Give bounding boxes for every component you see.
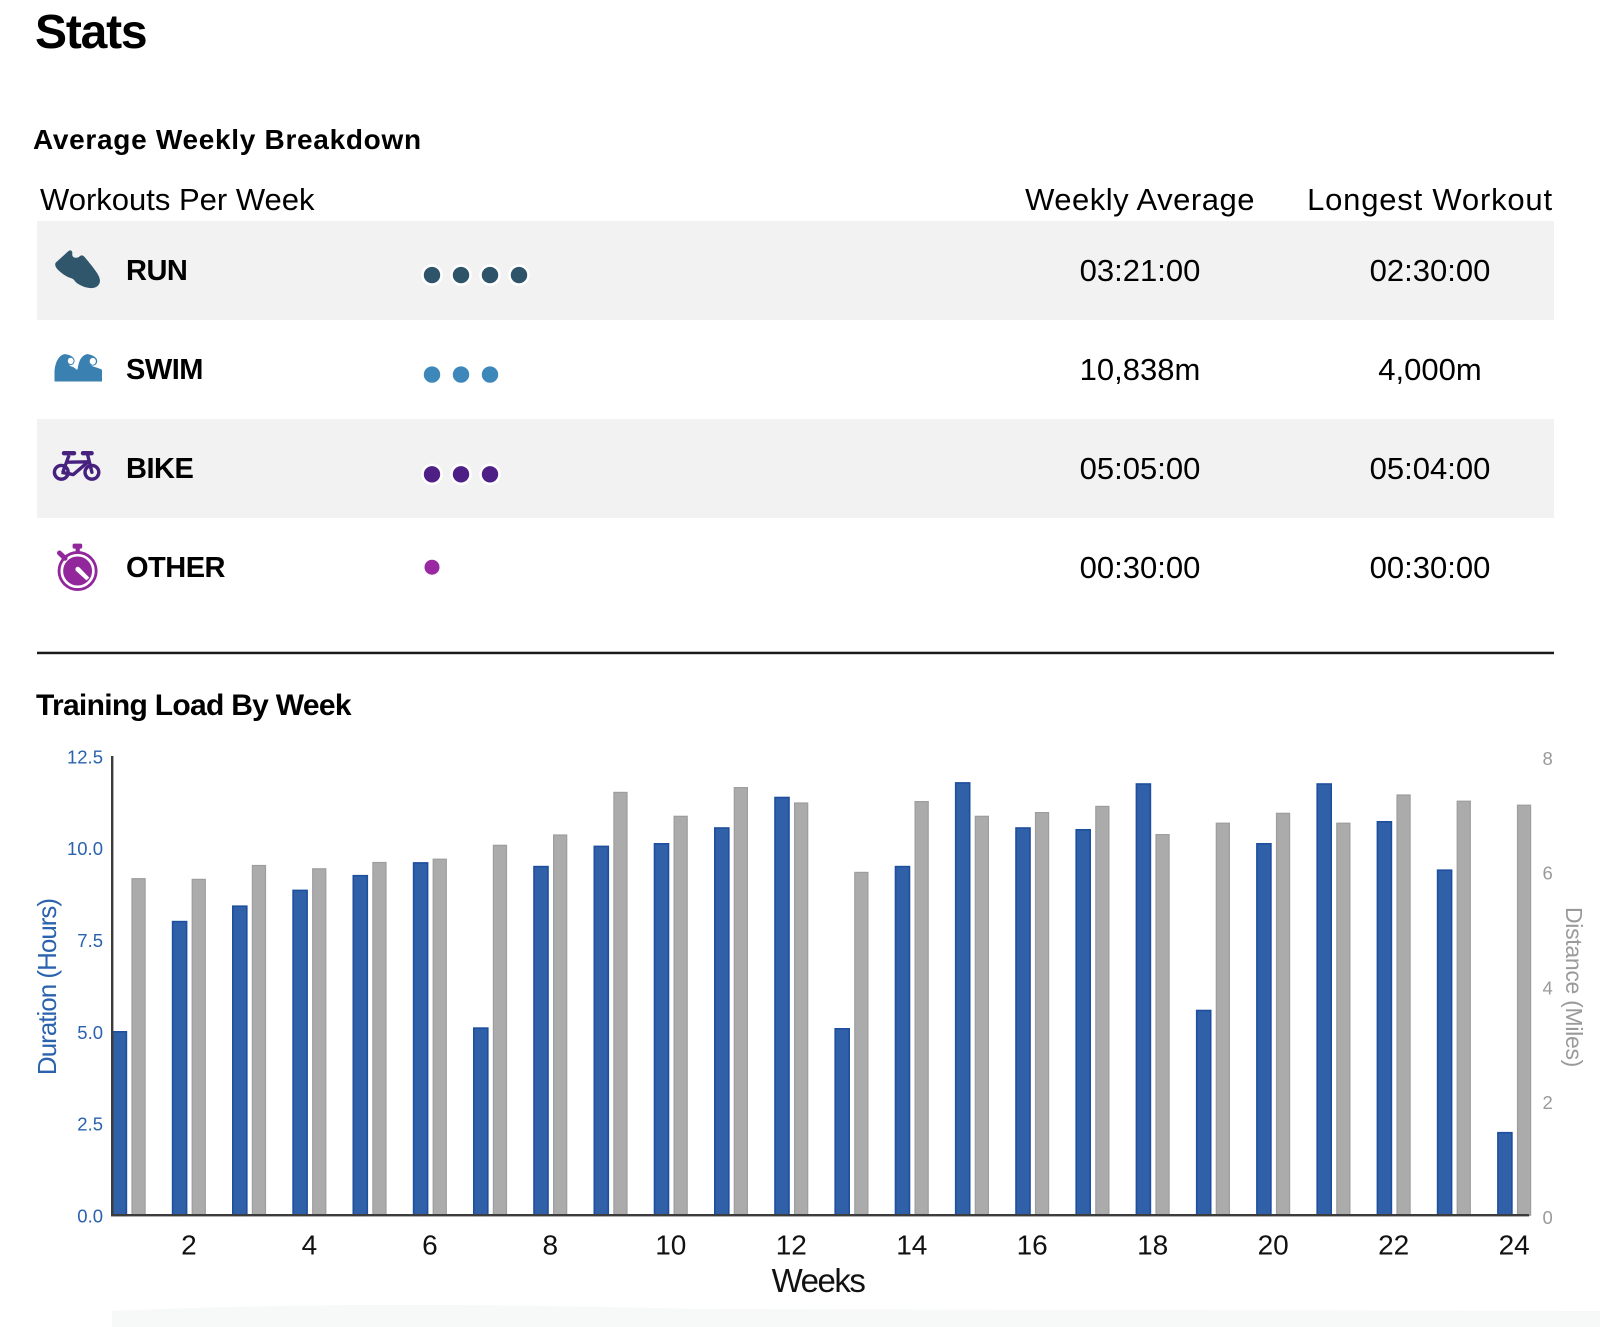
svg-text:8: 8: [1543, 748, 1553, 769]
svg-text:12.5: 12.5: [67, 746, 103, 767]
svg-text:Duration (Hours): Duration (Hours): [32, 899, 62, 1076]
svg-text:2: 2: [1543, 1092, 1553, 1113]
svg-text:5.0: 5.0: [77, 1022, 103, 1043]
svg-text:20: 20: [1258, 1230, 1289, 1261]
svg-text:12: 12: [776, 1230, 807, 1261]
svg-text:6: 6: [422, 1230, 438, 1261]
svg-text:0.0: 0.0: [77, 1205, 103, 1226]
svg-text:4: 4: [1543, 977, 1553, 998]
svg-text:Weeks: Weeks: [772, 1262, 866, 1299]
svg-text:7.5: 7.5: [77, 930, 103, 951]
svg-text:24: 24: [1499, 1230, 1530, 1261]
svg-text:0: 0: [1543, 1207, 1553, 1228]
svg-text:14: 14: [896, 1230, 927, 1261]
svg-text:16: 16: [1017, 1230, 1048, 1261]
svg-text:10: 10: [655, 1230, 686, 1261]
svg-text:8: 8: [543, 1230, 559, 1261]
svg-text:Distance (Miles): Distance (Miles): [1561, 907, 1587, 1067]
svg-text:18: 18: [1137, 1230, 1168, 1261]
svg-text:6: 6: [1543, 863, 1553, 884]
svg-text:2.5: 2.5: [77, 1114, 103, 1135]
svg-text:4: 4: [302, 1230, 318, 1261]
svg-text:10.0: 10.0: [67, 838, 103, 859]
svg-text:22: 22: [1378, 1230, 1409, 1261]
svg-text:2: 2: [181, 1230, 197, 1261]
